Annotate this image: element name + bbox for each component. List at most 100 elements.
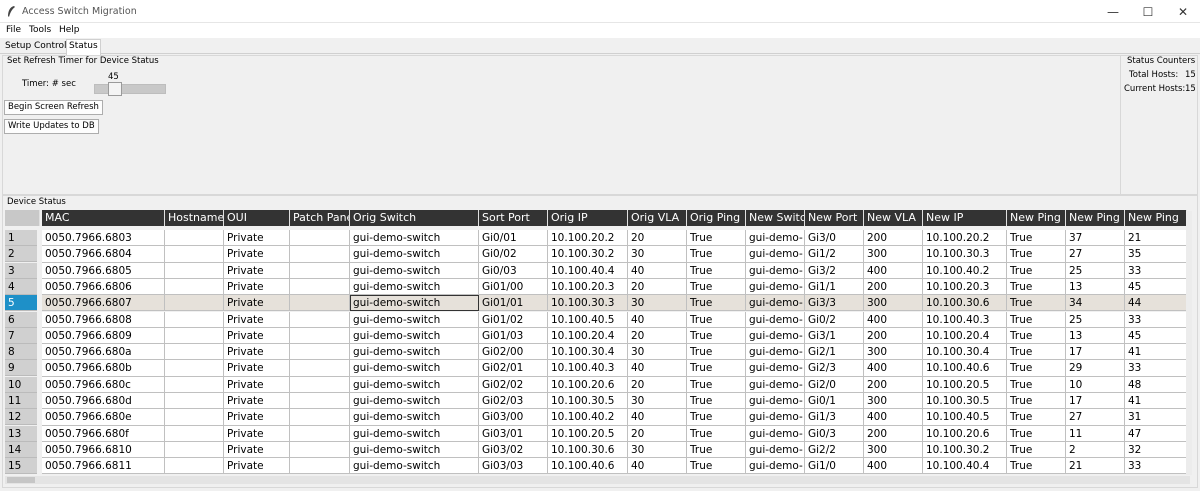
table-cell[interactable]: True bbox=[1007, 458, 1066, 475]
table-cell[interactable]: 30 bbox=[628, 344, 687, 361]
table-cell[interactable]: 0050.7966.6811 bbox=[42, 458, 165, 475]
table-cell[interactable]: True bbox=[687, 344, 746, 361]
row-number[interactable]: 7 bbox=[5, 327, 37, 344]
table-cell[interactable] bbox=[165, 295, 224, 312]
table-cell[interactable]: 20 bbox=[628, 230, 687, 247]
table-cell[interactable]: 13 bbox=[1066, 327, 1125, 345]
table-cell[interactable]: 10 bbox=[1066, 376, 1125, 393]
row-number[interactable]: 14 bbox=[5, 441, 37, 458]
table-cell[interactable]: Gi03/02 bbox=[479, 441, 548, 459]
table-cell[interactable]: gui-demo- bbox=[746, 230, 805, 247]
table-cell[interactable]: 32 bbox=[1125, 441, 1187, 459]
table-cell[interactable]: Gi2/0 bbox=[805, 376, 864, 393]
table-cell[interactable]: Gi01/01 bbox=[479, 295, 548, 312]
table-cell[interactable]: 0050.7966.680e bbox=[42, 409, 165, 426]
table-cell[interactable]: 40 bbox=[628, 409, 687, 426]
column-header[interactable]: Patch Pane bbox=[290, 210, 350, 226]
table-cell[interactable]: Gi02/01 bbox=[479, 360, 548, 377]
table-cell[interactable]: Private bbox=[224, 344, 290, 361]
row-number[interactable]: 9 bbox=[5, 360, 37, 377]
table-cell[interactable] bbox=[165, 409, 224, 426]
table-cell[interactable]: Private bbox=[224, 393, 290, 410]
table-cell[interactable] bbox=[165, 262, 224, 279]
row-number[interactable]: 8 bbox=[5, 344, 37, 361]
table-cell[interactable]: gui-demo-switch bbox=[350, 425, 479, 442]
table-cell[interactable]: Gi3/2 bbox=[805, 262, 864, 279]
table-cell[interactable] bbox=[290, 458, 350, 475]
column-header[interactable]: OUI bbox=[224, 210, 290, 226]
table-cell[interactable]: 41 bbox=[1125, 393, 1187, 410]
maximize-button[interactable]: ☐ bbox=[1131, 0, 1165, 23]
table-cell[interactable]: 10.100.20.3 bbox=[548, 278, 628, 296]
table-cell[interactable]: 10.100.40.5 bbox=[548, 311, 628, 328]
table-cell[interactable]: 0050.7966.680c bbox=[42, 376, 165, 393]
table-cell[interactable]: 10.100.30.5 bbox=[923, 393, 1007, 410]
table-cell[interactable]: True bbox=[687, 458, 746, 475]
table-cell[interactable]: Private bbox=[224, 230, 290, 247]
scrollbar-thumb[interactable] bbox=[7, 477, 35, 483]
table-cell[interactable]: 0050.7966.6805 bbox=[42, 262, 165, 279]
vertical-scrollbar[interactable] bbox=[1186, 211, 1192, 475]
table-cell[interactable]: 17 bbox=[1066, 393, 1125, 410]
table-cell[interactable]: Gi1/0 bbox=[805, 458, 864, 475]
table-cell[interactable]: True bbox=[1007, 327, 1066, 345]
table-cell[interactable] bbox=[165, 278, 224, 296]
table-cell[interactable]: 20 bbox=[628, 327, 687, 345]
table-cell[interactable] bbox=[165, 393, 224, 410]
column-header[interactable]: Orig IP bbox=[548, 210, 628, 226]
table-cell[interactable]: gui-demo-switch bbox=[350, 327, 479, 345]
table-cell[interactable]: 10.100.20.2 bbox=[923, 230, 1007, 247]
tab-setup[interactable]: Setup bbox=[3, 40, 33, 54]
table-cell[interactable]: True bbox=[1007, 425, 1066, 442]
table-cell[interactable]: Private bbox=[224, 295, 290, 312]
table-cell[interactable]: Gi0/2 bbox=[805, 311, 864, 328]
table-cell[interactable] bbox=[165, 246, 224, 263]
table-cell[interactable]: 40 bbox=[628, 360, 687, 377]
table-cell[interactable]: 10.100.30.6 bbox=[548, 441, 628, 459]
table-cell[interactable]: Gi0/02 bbox=[479, 246, 548, 263]
table-cell[interactable]: Gi1/2 bbox=[805, 246, 864, 263]
table-cell[interactable] bbox=[290, 327, 350, 345]
table-cell[interactable]: 45 bbox=[1125, 327, 1187, 345]
table-cell[interactable]: 10.100.40.2 bbox=[923, 262, 1007, 279]
table-cell[interactable]: True bbox=[1007, 441, 1066, 459]
table-cell[interactable]: 37 bbox=[1066, 230, 1125, 247]
table-cell[interactable]: Private bbox=[224, 458, 290, 475]
table-cell[interactable]: 11 bbox=[1066, 425, 1125, 442]
table-cell[interactable]: 2 bbox=[1066, 441, 1125, 459]
table-cell[interactable]: 0050.7966.6808 bbox=[42, 311, 165, 328]
table-cell[interactable]: 200 bbox=[864, 425, 923, 442]
table-cell[interactable]: gui-demo-switch bbox=[350, 262, 479, 279]
table-cell[interactable]: 31 bbox=[1125, 409, 1187, 426]
table-cell[interactable]: 10.100.30.5 bbox=[548, 393, 628, 410]
table-cell[interactable] bbox=[165, 327, 224, 345]
table-cell[interactable]: True bbox=[687, 360, 746, 377]
table-cell[interactable] bbox=[290, 393, 350, 410]
column-header[interactable]: Orig Ping bbox=[687, 210, 746, 226]
table-cell[interactable]: Gi02/03 bbox=[479, 393, 548, 410]
row-number[interactable]: 13 bbox=[5, 425, 37, 442]
minimize-button[interactable]: — bbox=[1096, 0, 1130, 23]
table-cell[interactable]: 21 bbox=[1125, 230, 1187, 247]
column-header[interactable]: New Ping bbox=[1066, 210, 1125, 226]
table-cell[interactable]: 20 bbox=[628, 278, 687, 296]
table-cell[interactable] bbox=[165, 311, 224, 328]
table-cell[interactable] bbox=[165, 425, 224, 442]
table-cell[interactable]: gui-demo-switch bbox=[350, 311, 479, 328]
table-cell[interactable]: gui-demo- bbox=[746, 295, 805, 312]
table-cell[interactable]: Gi3/0 bbox=[805, 230, 864, 247]
table-cell[interactable]: Private bbox=[224, 409, 290, 426]
table-cell[interactable]: Gi01/00 bbox=[479, 278, 548, 296]
table-cell[interactable]: Gi01/02 bbox=[479, 311, 548, 328]
table-cell[interactable]: Gi3/1 bbox=[805, 327, 864, 345]
table-cell[interactable]: 0050.7966.6810 bbox=[42, 441, 165, 459]
table-cell[interactable]: Gi02/02 bbox=[479, 376, 548, 393]
menu-file[interactable]: File bbox=[6, 25, 21, 35]
table-cell[interactable] bbox=[290, 376, 350, 393]
table-cell[interactable]: True bbox=[1007, 295, 1066, 312]
table-cell[interactable] bbox=[165, 360, 224, 377]
table-cell[interactable]: gui-demo-switch bbox=[350, 246, 479, 263]
table-cell[interactable]: True bbox=[1007, 409, 1066, 426]
table-cell[interactable]: Private bbox=[224, 376, 290, 393]
table-cell[interactable]: gui-demo- bbox=[746, 376, 805, 393]
